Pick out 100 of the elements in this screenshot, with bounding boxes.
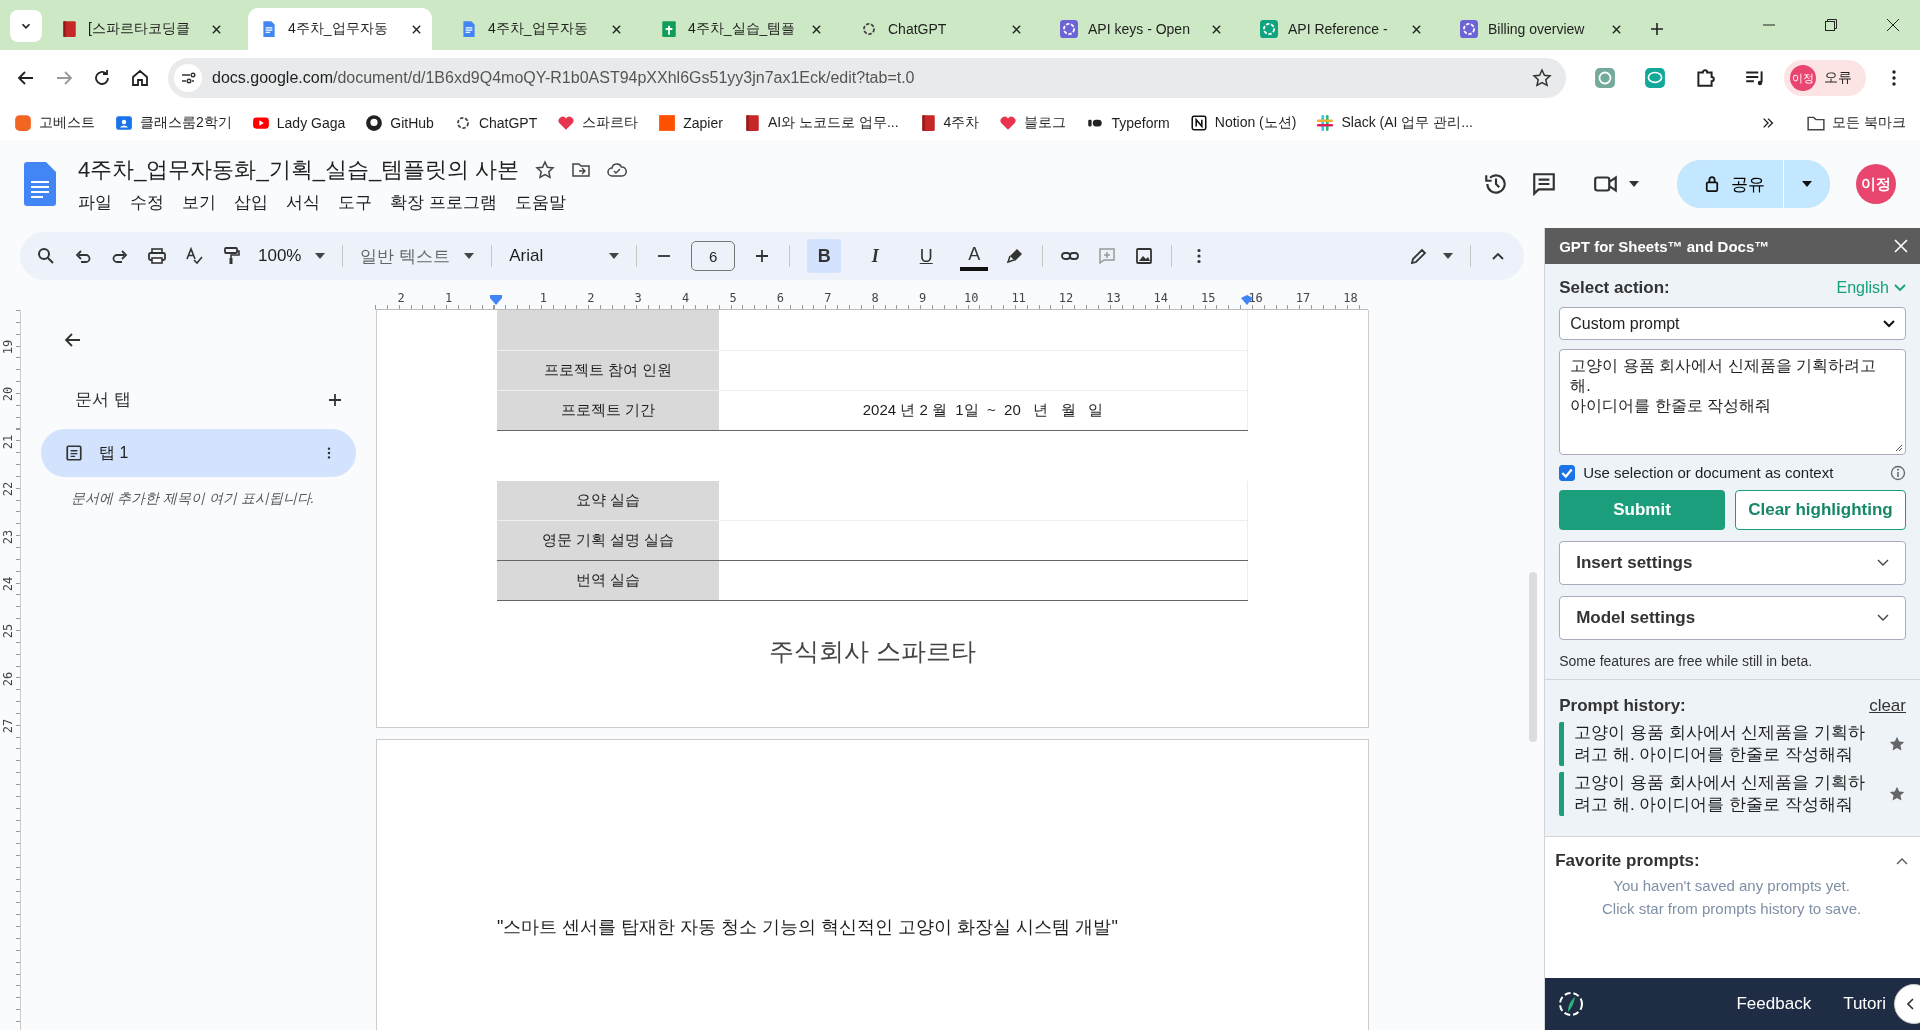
browser-tab[interactable]: 4주차_업무자동 bbox=[448, 8, 632, 50]
close-icon[interactable] bbox=[1011, 23, 1022, 35]
chat-bubble-icon[interactable] bbox=[1644, 67, 1666, 89]
spellcheck-icon[interactable] bbox=[184, 246, 204, 266]
bookmark[interactable]: Zapier bbox=[658, 114, 723, 132]
ruler-number: 21 bbox=[1, 434, 16, 449]
menu-item[interactable]: 서식 bbox=[286, 190, 320, 214]
clear-link[interactable]: clear bbox=[1869, 696, 1906, 716]
bookmark[interactable]: GitHub bbox=[365, 114, 434, 132]
menu-item[interactable]: 수정 bbox=[130, 190, 164, 214]
font-dropdown[interactable]: Arial bbox=[509, 246, 620, 266]
home-icon[interactable] bbox=[130, 68, 150, 88]
close-icon[interactable] bbox=[811, 23, 822, 35]
close-icon[interactable] bbox=[211, 23, 222, 35]
info-icon[interactable] bbox=[1890, 464, 1906, 481]
editing-mode-dropdown[interactable] bbox=[1409, 246, 1454, 266]
add-icon[interactable] bbox=[328, 392, 342, 407]
ruler-number: 25 bbox=[1, 624, 16, 639]
browser-tab[interactable]: ChatGPT bbox=[848, 8, 1032, 50]
chevron-up-icon[interactable] bbox=[1896, 857, 1908, 866]
scrollbar[interactable] bbox=[1529, 572, 1537, 742]
checkbox-label: Use selection or document as context bbox=[1583, 464, 1835, 481]
bookmark[interactable]: 4주차 bbox=[918, 114, 980, 132]
browser-tab[interactable]: 4주차_실습_템플 bbox=[648, 8, 832, 50]
extension-icon[interactable] bbox=[1594, 67, 1616, 89]
menu-item[interactable]: 삽입 bbox=[234, 190, 268, 214]
menu-item[interactable]: 파일 bbox=[78, 190, 112, 214]
avatar[interactable]: 이정 bbox=[1856, 164, 1896, 204]
bookmark[interactable]: Notion (노션) bbox=[1189, 114, 1297, 132]
close-icon[interactable] bbox=[411, 23, 422, 35]
reload-icon[interactable] bbox=[92, 68, 112, 88]
zoom-dropdown[interactable]: 100% bbox=[258, 246, 326, 266]
history-item[interactable]: 고양이 용품 회사에서 신제품을 기획하려고 해. 아이디어를 한줄로 작성해줘 bbox=[1559, 772, 1906, 817]
format-button[interactable]: U bbox=[909, 239, 944, 273]
checkbox[interactable] bbox=[1559, 464, 1576, 481]
star-icon[interactable] bbox=[535, 159, 556, 180]
close-icon[interactable] bbox=[1211, 23, 1222, 35]
document-title[interactable]: 4주차_업무자동화_기획_실습_템플릿의 사본 bbox=[78, 154, 520, 185]
close-icon[interactable] bbox=[1411, 23, 1422, 35]
menu-item[interactable]: 도움말 bbox=[514, 190, 566, 214]
browser-tab[interactable]: API Reference - bbox=[1248, 8, 1432, 50]
prompt-field[interactable]: 고양이 용품 회사에서 신제품을 기획하려고 해. 아이디어를 한줄로 작성해줘 bbox=[1559, 349, 1906, 455]
settings-accordion[interactable]: Model settings bbox=[1559, 596, 1906, 640]
ruler-number: 23 bbox=[1, 529, 16, 544]
document-logo-icon[interactable] bbox=[24, 162, 56, 206]
ruler-number: 6 bbox=[775, 291, 785, 305]
site-settings-icon[interactable] bbox=[174, 64, 202, 92]
bookmark[interactable]: 스파르타 bbox=[557, 114, 639, 132]
browser-tab[interactable]: 4주차_업무자동 bbox=[248, 8, 432, 50]
chevron-double-icon[interactable] bbox=[1761, 116, 1776, 130]
settings-accordion[interactable]: Insert settings bbox=[1559, 541, 1906, 585]
caret-icon bbox=[464, 253, 475, 259]
browser-tab[interactable]: [스파르타코딩클 bbox=[48, 8, 232, 50]
profile-button[interactable]: 이정 오류 bbox=[1784, 60, 1866, 96]
document-tab[interactable]: 탭 1 bbox=[41, 429, 356, 477]
bookmark[interactable]: Slack (AI 업무 관리... bbox=[1316, 114, 1473, 132]
share-button[interactable]: 공유 bbox=[1677, 160, 1784, 208]
menu-item[interactable]: 도구 bbox=[338, 190, 372, 214]
search-icon[interactable] bbox=[36, 246, 56, 266]
bookmark[interactable]: AI와 노코드로 업무... bbox=[742, 114, 899, 132]
folder-icon bbox=[1807, 114, 1826, 132]
menu-item[interactable]: 보기 bbox=[182, 190, 216, 214]
bookmark[interactable]: 클래스룸2학기 bbox=[115, 114, 232, 132]
print-icon[interactable] bbox=[147, 246, 167, 266]
bookmark[interactable]: 고베스트 bbox=[14, 114, 95, 132]
bookmark-folder[interactable]: 모든 북마크 bbox=[1807, 114, 1906, 132]
bookmark[interactable]: Lady Gaga bbox=[251, 114, 346, 132]
bookmark[interactable]: 블로그 bbox=[999, 114, 1067, 132]
comment-icon[interactable] bbox=[1531, 171, 1557, 197]
style-dropdown[interactable]: 일반 텍스트 bbox=[360, 244, 475, 268]
close-icon[interactable] bbox=[1886, 18, 1900, 32]
close-icon[interactable] bbox=[1611, 23, 1622, 35]
table-cell: 프로젝트 기간 bbox=[497, 391, 719, 430]
restore-icon[interactable] bbox=[1824, 18, 1838, 32]
ruler-number: 14 bbox=[1153, 291, 1166, 305]
footer-link[interactable]: Feedback bbox=[1736, 994, 1812, 1014]
history-icon[interactable] bbox=[1483, 171, 1509, 197]
browser-tab[interactable]: Billing overview bbox=[1448, 8, 1632, 50]
bookmark[interactable]: Typeform bbox=[1086, 114, 1170, 132]
ruler-number: 7 bbox=[823, 291, 833, 305]
menu-item[interactable]: 확장 프로그램 bbox=[390, 190, 497, 214]
new-tab-icon[interactable] bbox=[1650, 22, 1664, 36]
format-button[interactable]: B bbox=[807, 239, 842, 273]
format-button[interactable]: I bbox=[858, 239, 893, 273]
star-icon[interactable] bbox=[1532, 68, 1552, 88]
puzzle-icon[interactable] bbox=[1694, 67, 1716, 89]
action-dropdown[interactable]: Custom prompt bbox=[1559, 307, 1906, 340]
clear-highlighting-button[interactable]: Clear highlighting bbox=[1734, 490, 1906, 530]
resize-handle-icon[interactable] bbox=[1893, 442, 1903, 452]
font-size-field[interactable]: 6 bbox=[691, 241, 736, 271]
close-icon[interactable] bbox=[611, 23, 622, 35]
image-icon[interactable] bbox=[1134, 246, 1155, 266]
footer-link[interactable]: Tutori bbox=[1843, 994, 1886, 1014]
browser-tab[interactable]: API keys - Open bbox=[1048, 8, 1232, 50]
address-bar[interactable]: docs.google.com/document/d/1B6xd9Q4moQY-R1b0AST94pXXhl6Gs51yy3jn7ax1Eck/edit?tab=t.0 bbox=[168, 58, 1566, 98]
history-item[interactable]: 고양이 용품 회사에서 신제품을 기획하려고 해. 아이디어를 한줄로 작성해줘 bbox=[1559, 722, 1906, 767]
format-button[interactable]: A bbox=[960, 241, 989, 271]
indent-marker-icon[interactable] bbox=[490, 295, 502, 305]
paint-roller-icon[interactable] bbox=[221, 246, 241, 266]
bookmark[interactable]: ChatGPT bbox=[453, 114, 538, 132]
